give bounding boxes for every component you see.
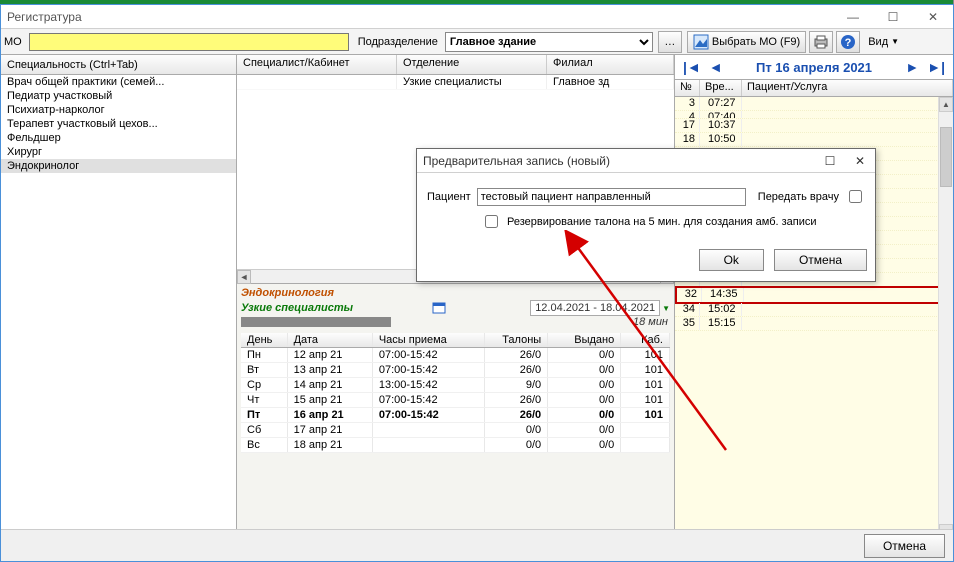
col-number[interactable]: № (675, 80, 700, 96)
nav-first[interactable]: |◄ (679, 59, 705, 75)
week-col[interactable]: Талоны (484, 333, 547, 348)
slot-row[interactable]: 307:27 (675, 97, 953, 111)
specialist-grid-header: Специалист/Кабинет Отделение Филиал (237, 55, 674, 75)
help-button[interactable]: ? (836, 31, 860, 53)
nav-next[interactable]: ► (901, 59, 923, 75)
subdiv-label: Подразделение (358, 36, 438, 48)
specialty-item[interactable]: Педиатр участковый (1, 89, 236, 103)
slot-row[interactable]: 3415:02 (675, 303, 953, 317)
week-col[interactable]: День (241, 333, 287, 348)
week-row[interactable]: Пт16 апр 2107:00-15:4226/00/0101 (241, 408, 670, 423)
svg-text:?: ? (845, 37, 852, 49)
cancel-button[interactable]: Отмена (864, 534, 945, 558)
week-table: ДеньДатаЧасы приемаТалоныВыданоКаб. Пн12… (241, 333, 670, 453)
bottom-bar: Отмена (1, 529, 953, 561)
mo-input[interactable] (29, 33, 349, 51)
date-nav: |◄ ◄ Пт 16 апреля 2021 ► ►| (675, 55, 953, 79)
middle-panel: Специалист/Кабинет Отделение Филиал Узки… (237, 55, 675, 561)
nav-prev[interactable]: ◄ (705, 59, 727, 75)
chevron-down-icon[interactable]: ▼ (662, 304, 670, 313)
week-row[interactable]: Вт13 апр 2107:00-15:4226/00/0101 (241, 363, 670, 378)
scroll-thumb[interactable] (940, 127, 952, 187)
minutes-text: 18 мин (633, 316, 668, 328)
specialty-item[interactable]: Психиатр-нарколог (1, 103, 236, 117)
reserve-checkbox[interactable] (485, 215, 498, 228)
dialog-title: Предварительная запись (новый) (423, 154, 610, 168)
patient-label: Пациент (427, 191, 471, 203)
specialist-row[interactable]: Узкие специалисты Главное зд (237, 75, 674, 90)
select-mo-button[interactable]: Выбрать МО (F9) (687, 31, 806, 53)
maximize-button[interactable]: ☐ (873, 5, 913, 29)
department-name: Эндокринология (241, 287, 670, 299)
specialty-list[interactable]: Врач общей практики (семей...Педиатр уча… (1, 75, 236, 561)
sub-department: Узкие специалисты (241, 302, 353, 314)
main-window: Регистратура — ☐ ✕ МО Подразделение Глав… (0, 4, 954, 562)
slot-header: № Вре... Пациент/Услуга (675, 79, 953, 97)
print-button[interactable] (809, 31, 833, 53)
window-title: Регистратура (7, 10, 82, 24)
col-specialist[interactable]: Специалист/Кабинет (237, 55, 397, 74)
pass-label: Передать врачу (758, 191, 839, 203)
specialty-panel: Специальность (Ctrl+Tab) Врач общей прак… (1, 55, 237, 561)
v-scrollbar[interactable]: ▲ ▼ (938, 97, 953, 539)
help-icon: ? (840, 34, 856, 50)
pass-checkbox[interactable] (849, 190, 862, 203)
dialog-cancel-button[interactable]: Отмена (774, 249, 867, 271)
slot-row[interactable]: 407:40 (675, 111, 953, 119)
week-panel: Эндокринология Узкие специалисты 12.04.2… (237, 283, 674, 561)
dialog-titlebar: Предварительная запись (новый) ☐ ✕ (417, 149, 875, 173)
nav-last[interactable]: ►| (923, 59, 949, 75)
ellipsis-icon: … (664, 36, 675, 48)
minutes-bar: 18 мин (241, 317, 670, 331)
scroll-up-icon[interactable]: ▲ (939, 97, 953, 112)
col-time[interactable]: Вре... (700, 80, 742, 96)
dialog-ok-button[interactable]: Ok (699, 249, 764, 271)
subdiv-select[interactable]: Главное здание (445, 32, 653, 52)
body: Специальность (Ctrl+Tab) Врач общей прак… (1, 55, 953, 561)
week-col[interactable]: Дата (287, 333, 372, 348)
slot-row[interactable]: 3515:15 (675, 317, 953, 331)
dialog-maximize-button[interactable]: ☐ (815, 152, 845, 170)
week-row[interactable]: Ср14 апр 2113:00-15:429/00/0101 (241, 378, 670, 393)
picture-icon (693, 34, 709, 50)
scroll-left-icon[interactable]: ◄ (237, 270, 251, 284)
specialty-item[interactable]: Эндокринолог (1, 159, 236, 173)
mo-label: МО (4, 36, 22, 48)
time-slot-panel: |◄ ◄ Пт 16 апреля 2021 ► ►| № Вре... Пац… (675, 55, 953, 561)
specialty-item[interactable]: Врач общей практики (семей... (1, 75, 236, 89)
col-branch[interactable]: Филиал (547, 55, 674, 74)
week-row[interactable]: Вс18 апр 210/00/0 (241, 438, 670, 453)
toolbar: МО Подразделение Главное здание … Выбрат… (1, 29, 953, 55)
week-row[interactable]: Сб17 апр 210/00/0 (241, 423, 670, 438)
subdiv-lookup-button[interactable]: … (658, 31, 682, 53)
specialty-header[interactable]: Специальность (Ctrl+Tab) (1, 55, 236, 75)
week-col[interactable]: Часы приема (372, 333, 484, 348)
printer-icon (813, 34, 829, 50)
minimize-button[interactable]: — (833, 5, 873, 29)
week-row[interactable]: Пн12 апр 2107:00-15:4226/00/0101 (241, 348, 670, 363)
slot-row[interactable]: 1810:50 (675, 133, 953, 147)
slot-row[interactable]: 1710:37 (675, 119, 953, 133)
dialog-close-button[interactable]: ✕ (845, 152, 875, 170)
close-button[interactable]: ✕ (913, 5, 953, 29)
reserve-label: Резервирование талона на 5 мин. для созд… (507, 216, 817, 228)
week-col[interactable]: Каб. (621, 333, 670, 348)
col-department[interactable]: Отделение (397, 55, 547, 74)
specialty-item[interactable]: Терапевт участковый цехов... (1, 117, 236, 131)
titlebar: Регистратура — ☐ ✕ (1, 5, 953, 29)
week-header: ДеньДатаЧасы приемаТалоныВыданоКаб. (241, 333, 670, 348)
date-range[interactable]: 12.04.2021 - 18.04.2021 (530, 300, 660, 316)
current-date: Пт 16 апреля 2021 (727, 60, 902, 75)
specialty-item[interactable]: Фельдшер (1, 131, 236, 145)
calendar-icon[interactable] (432, 301, 448, 315)
view-button[interactable]: Вид ▼ (863, 31, 904, 53)
slot-row[interactable]: 3214:35 (675, 286, 953, 304)
week-row[interactable]: Чт15 апр 2107:00-15:4226/00/0101 (241, 393, 670, 408)
col-patient[interactable]: Пациент/Услуга (742, 80, 953, 96)
patient-input[interactable] (477, 188, 746, 206)
chevron-down-icon: ▼ (891, 37, 899, 46)
specialty-item[interactable]: Хирург (1, 145, 236, 159)
week-col[interactable]: Выдано (548, 333, 621, 348)
appointment-dialog: Предварительная запись (новый) ☐ ✕ Пацие… (416, 148, 876, 282)
